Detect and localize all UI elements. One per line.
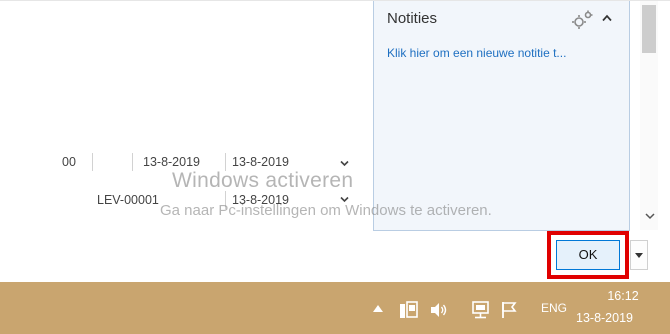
notes-title: Notities	[387, 10, 438, 27]
caret-down-icon	[635, 253, 643, 258]
action-center-flag-icon[interactable]	[500, 301, 518, 319]
ok-button[interactable]: OK	[556, 240, 620, 270]
notes-panel: Notities Klik hier om een nieuwe notitie…	[373, 1, 630, 231]
activation-watermark-subtitle: Ga naar Pc-instellingen om Windows te ac…	[160, 202, 492, 219]
gear-icon[interactable]	[570, 10, 594, 30]
column-divider	[132, 153, 133, 171]
code-cell: 00	[62, 155, 76, 169]
ok-dropdown-button[interactable]	[630, 240, 648, 270]
app-area: 00 13-8-2019 13-8-2019 LEV-00001 13-8-20…	[0, 0, 670, 283]
column-divider	[92, 153, 93, 171]
activation-watermark-title: Windows activeren	[172, 169, 354, 192]
taskbar	[0, 282, 670, 334]
chevron-up-icon[interactable]	[602, 14, 612, 22]
new-note-link[interactable]: Klik hier om een nieuwe notitie t...	[387, 46, 566, 60]
supplier-cell: LEV-00001	[97, 193, 159, 207]
scrollbar-thumb[interactable]	[642, 5, 656, 53]
clock-time[interactable]: 16:12	[597, 289, 649, 303]
scroll-down-arrow-icon[interactable]	[645, 211, 655, 221]
chevron-down-icon[interactable]	[340, 159, 349, 168]
network-icon[interactable]	[471, 301, 491, 319]
show-hidden-icons-chevron-icon[interactable]	[373, 305, 383, 312]
clock-date[interactable]: 13-8-2019	[576, 311, 633, 325]
volume-icon[interactable]	[430, 301, 448, 319]
input-language-indicator[interactable]: ENG	[541, 301, 567, 315]
device-icon[interactable]	[399, 301, 419, 319]
